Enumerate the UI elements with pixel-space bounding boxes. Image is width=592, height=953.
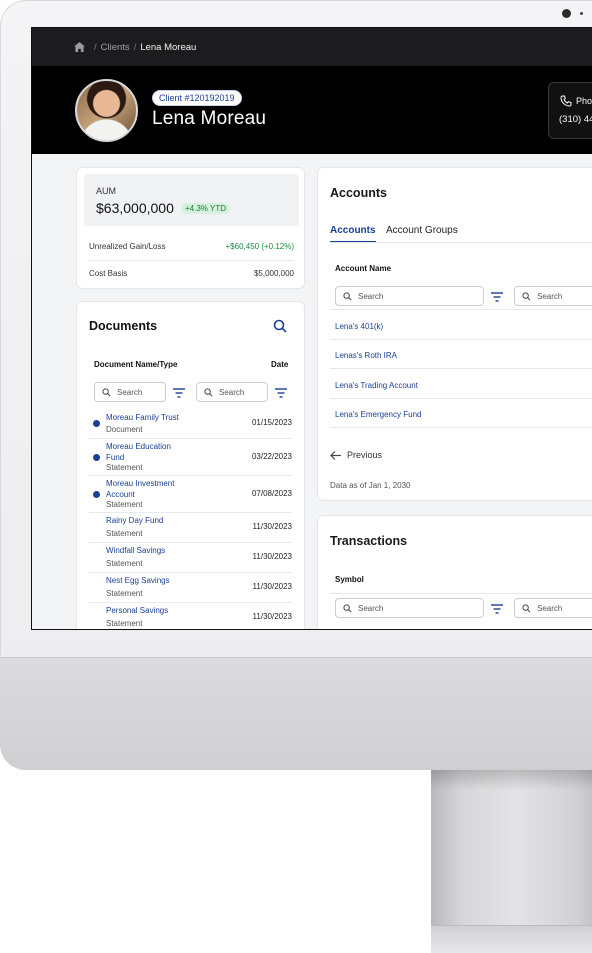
monitor-stand-foot [431,925,592,953]
doc-date: 11/30/2023 [252,552,292,561]
doc-type: Statement [106,559,143,568]
unrealized-row: Unrealized Gain/Loss +$60,450 (+0.12%) [89,242,294,251]
search-icon [343,603,352,612]
aum-label: AUM [96,186,116,196]
doc-name-search-input[interactable]: Search [94,382,166,402]
aum-value: $63,000,000 [96,200,174,216]
table-row[interactable]: Moreau Investment Account Statement 07/0… [89,476,292,513]
breadcrumb-current: Lena Moreau [140,41,197,53]
doc-name-link[interactable]: Windfall Savings [106,545,191,556]
client-header: Client #120192019 Lena Moreau Phor (310)… [32,66,592,154]
doc-name-link[interactable]: Personal Savings [106,605,191,616]
page-title: Lena Moreau [152,108,267,129]
account-link[interactable]: Lenas's Roth IRA [335,351,397,360]
table-row[interactable]: Windfall Savings Statement 11/30/2023 [89,543,292,573]
search-icon [522,291,531,300]
aum-card: AUM $63,000,000 +4.3% YTD Unrealized Gai… [76,167,305,289]
doc-name-column-header: Document Name/Type [94,360,178,369]
table-row[interactable]: Rainy Day Fund Statement 11/30/2023 [89,513,292,543]
phone-label: Phor [576,96,592,106]
filter-icon[interactable] [173,388,185,398]
doc-date-column-header: Date [271,360,289,369]
unread-indicator [93,491,100,498]
unrealized-value: +$60,450 (+0.12%) [225,242,295,251]
breadcrumb: / Clients / Lena Moreau [32,28,592,66]
filter-icon[interactable] [275,388,287,398]
account-name-column-header: Account Name [335,264,392,273]
account-column-search-input[interactable]: Search [514,286,592,306]
camera-icon [562,9,571,18]
previous-page-button[interactable]: Previous [330,450,382,460]
table-row[interactable]: Personal Savings Statement 11/30/2023 [89,603,292,629]
breadcrumb-clients[interactable]: Clients [101,42,130,53]
search-icon[interactable] [273,319,287,333]
doc-name-link[interactable]: Moreau Family Trust [106,412,191,423]
phone-icon [560,95,572,107]
doc-name-link[interactable]: Moreau Investment Account [106,478,191,500]
doc-date: 11/30/2023 [252,522,292,531]
symbol-search-input[interactable]: Search [335,598,484,618]
data-as-of-text: Data as of Jan 1, 2030 [330,481,411,490]
search-icon [343,291,352,300]
cost-basis-label: Cost Basis [89,269,128,278]
doc-name-link[interactable]: Nest Egg Savings [106,575,191,586]
unread-indicator [93,420,100,427]
transactions-title: Transactions [330,534,408,548]
arrow-left-icon [330,450,341,460]
doc-date: 11/30/2023 [252,582,292,591]
doc-name-link[interactable]: Rainy Day Fund [106,515,191,526]
documents-card: Documents Document Name/Type Date Search… [76,301,305,629]
search-icon [522,603,531,612]
doc-type: Statement [106,500,143,509]
home-icon[interactable] [74,42,85,52]
table-row[interactable]: Moreau Education Fund Statement 03/22/20… [89,439,292,476]
accounts-card: Accounts Accounts Account Groups Account… [317,167,592,501]
phone-number: (310) 44 [559,114,592,125]
client-id-badge: Client #120192019 [152,90,242,106]
camera-indicator-icon [580,12,583,15]
doc-date: 07/08/2023 [251,489,292,498]
doc-type: Statement [106,589,143,598]
symbol-column-header: Symbol [335,575,364,584]
doc-type: Statement [106,529,143,538]
aum-summary: AUM $63,000,000 +4.3% YTD [84,174,299,226]
doc-name-link[interactable]: Moreau Education Fund [106,441,191,463]
monitor-chin [0,657,592,770]
account-link[interactable]: Lena's Trading Account [335,381,418,390]
tab-account-groups[interactable]: Account Groups [386,225,458,241]
cost-basis-row: Cost Basis $5,000,000 [89,269,294,278]
doc-date: 03/22/2023 [251,452,292,461]
doc-type: Statement [106,619,143,628]
screen: / Clients / Lena Moreau Client #12019201… [31,27,592,630]
doc-type: Document [106,425,143,434]
accounts-title: Accounts [330,186,387,200]
unread-indicator [93,454,100,461]
doc-date: 11/30/2023 [252,612,292,621]
phone-card[interactable]: Phor (310) 44 [548,82,592,139]
unrealized-label: Unrealized Gain/Loss [89,242,166,251]
account-link[interactable]: Lena's Emergency Fund [335,410,421,419]
doc-date-search-input[interactable]: Search [196,382,268,402]
documents-title: Documents [89,319,158,333]
doc-type: Statement [106,463,143,472]
tab-accounts[interactable]: Accounts [330,225,376,243]
doc-date: 01/15/2023 [251,418,292,427]
account-name-search-input[interactable]: Search [335,286,484,306]
filter-icon[interactable] [491,292,503,302]
ytd-badge: +4.3% YTD [181,203,230,214]
search-icon [204,387,213,396]
search-icon [102,387,111,396]
filter-icon[interactable] [491,604,503,614]
table-row[interactable]: Nest Egg Savings Statement 11/30/2023 [89,573,292,603]
avatar [75,79,138,142]
transactions-card: Transactions Symbol Search Search [317,515,592,629]
table-row[interactable]: Moreau Family Trust Document 01/15/2023 [89,410,292,439]
cost-basis-value: $5,000,000 [253,269,294,278]
account-link[interactable]: Lena's 401(k) [335,322,383,331]
transaction-column-search-input[interactable]: Search [514,598,592,618]
